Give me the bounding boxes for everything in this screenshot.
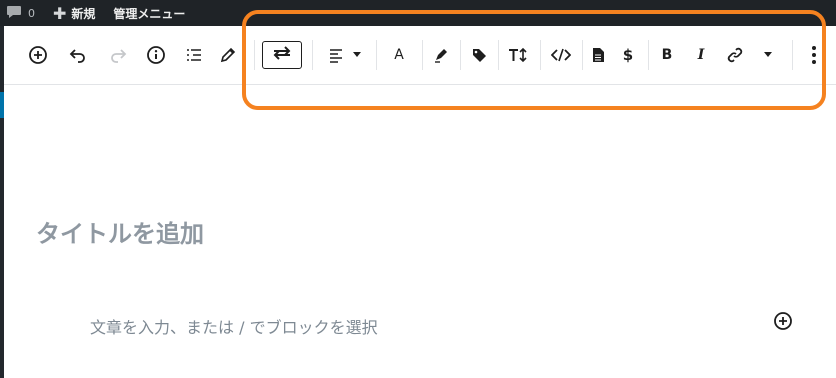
toolbar-divider bbox=[540, 40, 541, 70]
toolbar-divider bbox=[792, 40, 793, 70]
toolbar-divider bbox=[312, 40, 313, 70]
more-options-button[interactable] bbox=[802, 38, 826, 72]
undo-icon bbox=[68, 45, 88, 65]
text-color-button[interactable]: A bbox=[386, 38, 412, 72]
italic-icon: I bbox=[697, 47, 705, 63]
document-icon bbox=[591, 47, 605, 63]
toolbar-divider bbox=[422, 40, 423, 70]
add-block-icon bbox=[28, 45, 48, 65]
block-switcher-button[interactable] bbox=[262, 41, 302, 69]
toolbar-divider bbox=[498, 40, 499, 70]
dollar-icon: $ bbox=[622, 46, 634, 64]
toolbar-divider bbox=[254, 40, 255, 70]
admin-bar: 0 ✚ 新規 管理メニュー bbox=[0, 0, 836, 26]
currency-button[interactable]: $ bbox=[616, 38, 640, 72]
highlight-button[interactable] bbox=[428, 38, 454, 72]
toolbar-divider bbox=[648, 40, 649, 70]
font-size-icon bbox=[508, 47, 528, 63]
switch-icon bbox=[271, 44, 293, 66]
font-size-button[interactable] bbox=[504, 38, 532, 72]
block-inserter-button[interactable] bbox=[772, 312, 794, 334]
text-color-icon: A bbox=[394, 47, 404, 63]
post-title-input[interactable]: タイトルを追加 bbox=[36, 214, 204, 249]
inline-code-button[interactable] bbox=[546, 38, 576, 72]
redo-button[interactable] bbox=[106, 38, 130, 72]
comment-count: 0 bbox=[28, 6, 35, 20]
tag-button[interactable] bbox=[466, 38, 492, 72]
plus-icon: ✚ bbox=[53, 3, 67, 23]
outline-icon bbox=[184, 45, 204, 65]
link-button[interactable] bbox=[722, 38, 748, 72]
undo-button[interactable] bbox=[66, 38, 90, 72]
document-button[interactable] bbox=[586, 38, 610, 72]
toolbar-divider bbox=[376, 40, 377, 70]
link-icon bbox=[726, 46, 744, 64]
paragraph-block-input[interactable]: 文章を入力、または / でブロックを選択 bbox=[90, 314, 378, 338]
add-block-icon bbox=[773, 311, 793, 335]
dropdown-caret-icon bbox=[353, 52, 361, 58]
new-label: 新規 bbox=[71, 6, 96, 21]
toolbar-divider bbox=[582, 40, 583, 70]
comments-link[interactable]: 0 bbox=[6, 0, 35, 26]
edit-icon bbox=[218, 45, 238, 65]
more-formats-dropdown[interactable] bbox=[758, 38, 778, 72]
bold-button[interactable]: B bbox=[656, 38, 678, 72]
add-block-button[interactable] bbox=[26, 38, 50, 72]
comment-icon bbox=[6, 5, 22, 22]
redo-icon bbox=[108, 45, 128, 65]
alignment-dropdown[interactable] bbox=[322, 38, 366, 72]
sidebar-active-indicator bbox=[0, 92, 4, 118]
italic-button[interactable]: I bbox=[690, 38, 712, 72]
info-button[interactable] bbox=[144, 38, 168, 72]
admin-menu-link[interactable]: 管理メニュー bbox=[113, 0, 185, 26]
dropdown-caret-icon bbox=[764, 52, 772, 58]
code-icon bbox=[551, 48, 571, 62]
toolbar-divider bbox=[460, 40, 461, 70]
highlighter-icon bbox=[433, 47, 449, 63]
align-left-icon bbox=[327, 46, 345, 64]
more-options-icon bbox=[811, 45, 817, 65]
edit-button[interactable] bbox=[216, 38, 240, 72]
tag-icon bbox=[471, 47, 487, 63]
new-content-link[interactable]: ✚ 新規 bbox=[53, 0, 95, 26]
bold-icon: B bbox=[661, 47, 673, 63]
info-icon bbox=[146, 45, 166, 65]
editor-toolbar: A $ B I bbox=[4, 26, 836, 85]
outline-button[interactable] bbox=[182, 38, 206, 72]
